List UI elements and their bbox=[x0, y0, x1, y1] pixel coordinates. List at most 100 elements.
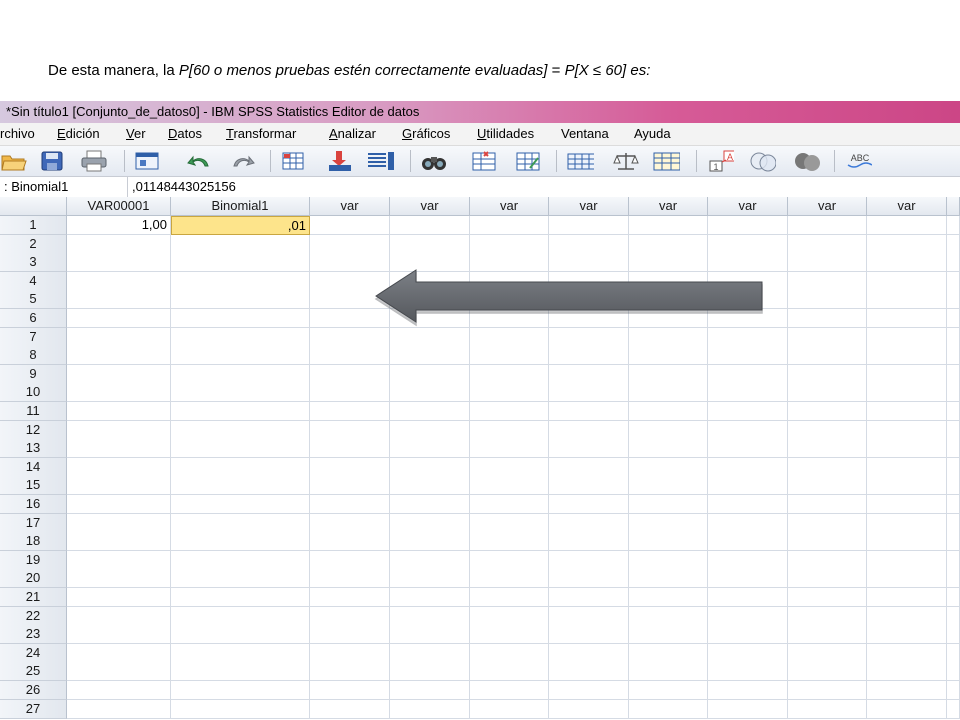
column-header-var[interactable]: var bbox=[788, 197, 867, 216]
data-cell[interactable] bbox=[867, 513, 947, 533]
data-cell[interactable] bbox=[470, 327, 549, 347]
data-cell[interactable] bbox=[788, 662, 867, 682]
data-cell[interactable] bbox=[867, 439, 947, 459]
data-cell[interactable] bbox=[310, 681, 390, 700]
column-header-var[interactable]: var bbox=[549, 197, 629, 216]
data-cell[interactable] bbox=[67, 699, 171, 719]
data-cell[interactable] bbox=[310, 234, 390, 254]
data-cell[interactable] bbox=[67, 681, 171, 700]
data-cell[interactable] bbox=[171, 532, 310, 552]
data-cell[interactable] bbox=[470, 532, 549, 552]
data-cell[interactable] bbox=[708, 327, 788, 347]
data-cell[interactable] bbox=[629, 457, 708, 477]
data-cell[interactable] bbox=[947, 662, 960, 682]
data-cell[interactable] bbox=[171, 439, 310, 459]
row-header[interactable]: 5 bbox=[0, 290, 67, 310]
data-cell[interactable] bbox=[310, 513, 390, 533]
print-icon[interactable] bbox=[80, 149, 108, 173]
data-cell[interactable] bbox=[947, 420, 960, 440]
data-cell[interactable] bbox=[867, 420, 947, 440]
data-cell[interactable] bbox=[549, 457, 629, 477]
data-cell[interactable] bbox=[788, 476, 867, 496]
row-header[interactable]: 3 bbox=[0, 253, 67, 273]
data-cell[interactable] bbox=[788, 346, 867, 366]
data-cell[interactable] bbox=[171, 457, 310, 477]
data-cell[interactable] bbox=[629, 625, 708, 645]
data-cell[interactable] bbox=[947, 383, 960, 403]
data-cell[interactable] bbox=[310, 662, 390, 682]
data-cell[interactable] bbox=[867, 476, 947, 496]
row-header[interactable]: 26 bbox=[0, 681, 67, 700]
show-all-icon[interactable] bbox=[792, 149, 820, 173]
data-cell[interactable] bbox=[310, 346, 390, 366]
data-cell[interactable] bbox=[867, 327, 947, 347]
data-cell[interactable] bbox=[629, 532, 708, 552]
data-cell[interactable] bbox=[708, 662, 788, 682]
data-cell[interactable] bbox=[947, 625, 960, 645]
data-cell[interactable] bbox=[788, 271, 867, 291]
data-cell[interactable] bbox=[867, 588, 947, 607]
data-cell[interactable] bbox=[549, 625, 629, 645]
data-cell[interactable] bbox=[67, 364, 171, 384]
row-header[interactable]: 19 bbox=[0, 550, 67, 570]
data-cell[interactable] bbox=[470, 588, 549, 607]
data-cell[interactable] bbox=[708, 569, 788, 589]
data-cell[interactable] bbox=[549, 364, 629, 384]
data-cell[interactable] bbox=[390, 662, 470, 682]
data-cell[interactable] bbox=[629, 364, 708, 384]
row-header[interactable]: 12 bbox=[0, 420, 67, 440]
data-cell[interactable] bbox=[171, 699, 310, 719]
data-cell[interactable] bbox=[171, 271, 310, 291]
data-cell[interactable] bbox=[171, 569, 310, 589]
data-cell[interactable] bbox=[390, 681, 470, 700]
data-cell[interactable] bbox=[788, 495, 867, 514]
dialog-recall-icon[interactable] bbox=[134, 149, 162, 173]
data-cell[interactable] bbox=[788, 290, 867, 310]
data-cell[interactable] bbox=[67, 606, 171, 626]
corner-cell[interactable] bbox=[0, 197, 67, 216]
column-header-var[interactable]: var bbox=[470, 197, 549, 216]
data-cell[interactable] bbox=[947, 346, 960, 366]
data-cell[interactable] bbox=[549, 216, 629, 235]
row-header[interactable]: 2 bbox=[0, 234, 67, 254]
data-cell[interactable] bbox=[629, 346, 708, 366]
row-header[interactable]: 24 bbox=[0, 643, 67, 663]
data-cell[interactable] bbox=[947, 532, 960, 552]
data-cell[interactable] bbox=[171, 606, 310, 626]
spell-check-icon[interactable]: ABC bbox=[844, 149, 872, 173]
data-cell[interactable] bbox=[867, 253, 947, 273]
data-cell[interactable] bbox=[67, 402, 171, 421]
data-cell[interactable] bbox=[171, 420, 310, 440]
data-cell[interactable] bbox=[390, 383, 470, 403]
data-cell[interactable] bbox=[67, 662, 171, 682]
data-cell[interactable] bbox=[390, 439, 470, 459]
data-cell[interactable] bbox=[708, 606, 788, 626]
data-cell[interactable] bbox=[390, 699, 470, 719]
column-header-var00001[interactable]: VAR00001 bbox=[67, 197, 171, 216]
data-cell[interactable] bbox=[390, 216, 470, 235]
data-cell[interactable] bbox=[310, 550, 390, 570]
data-cell[interactable] bbox=[708, 439, 788, 459]
data-cell[interactable] bbox=[390, 346, 470, 366]
data-cell[interactable] bbox=[310, 606, 390, 626]
column-header-var[interactable]: var bbox=[708, 197, 788, 216]
menu-datos[interactable]: Datos bbox=[168, 123, 202, 145]
window-titlebar[interactable]: *Sin título1 [Conjunto_de_datos0] - IBM … bbox=[0, 101, 960, 123]
column-header-binomial1[interactable]: Binomial1 bbox=[171, 197, 310, 216]
data-cell[interactable] bbox=[708, 457, 788, 477]
data-cell[interactable] bbox=[67, 439, 171, 459]
data-cell[interactable] bbox=[549, 234, 629, 254]
data-cell[interactable] bbox=[708, 476, 788, 496]
data-cell[interactable] bbox=[947, 439, 960, 459]
data-cell[interactable] bbox=[67, 550, 171, 570]
data-cell[interactable] bbox=[629, 383, 708, 403]
data-cell[interactable] bbox=[67, 588, 171, 607]
data-cell[interactable] bbox=[947, 253, 960, 273]
data-cell[interactable] bbox=[708, 216, 788, 235]
data-cell[interactable] bbox=[171, 588, 310, 607]
data-cell[interactable] bbox=[629, 420, 708, 440]
menu-utilidades[interactable]: Utilidades bbox=[477, 123, 534, 145]
data-cell[interactable] bbox=[310, 327, 390, 347]
use-sets-icon[interactable] bbox=[748, 149, 776, 173]
row-header[interactable]: 25 bbox=[0, 662, 67, 682]
